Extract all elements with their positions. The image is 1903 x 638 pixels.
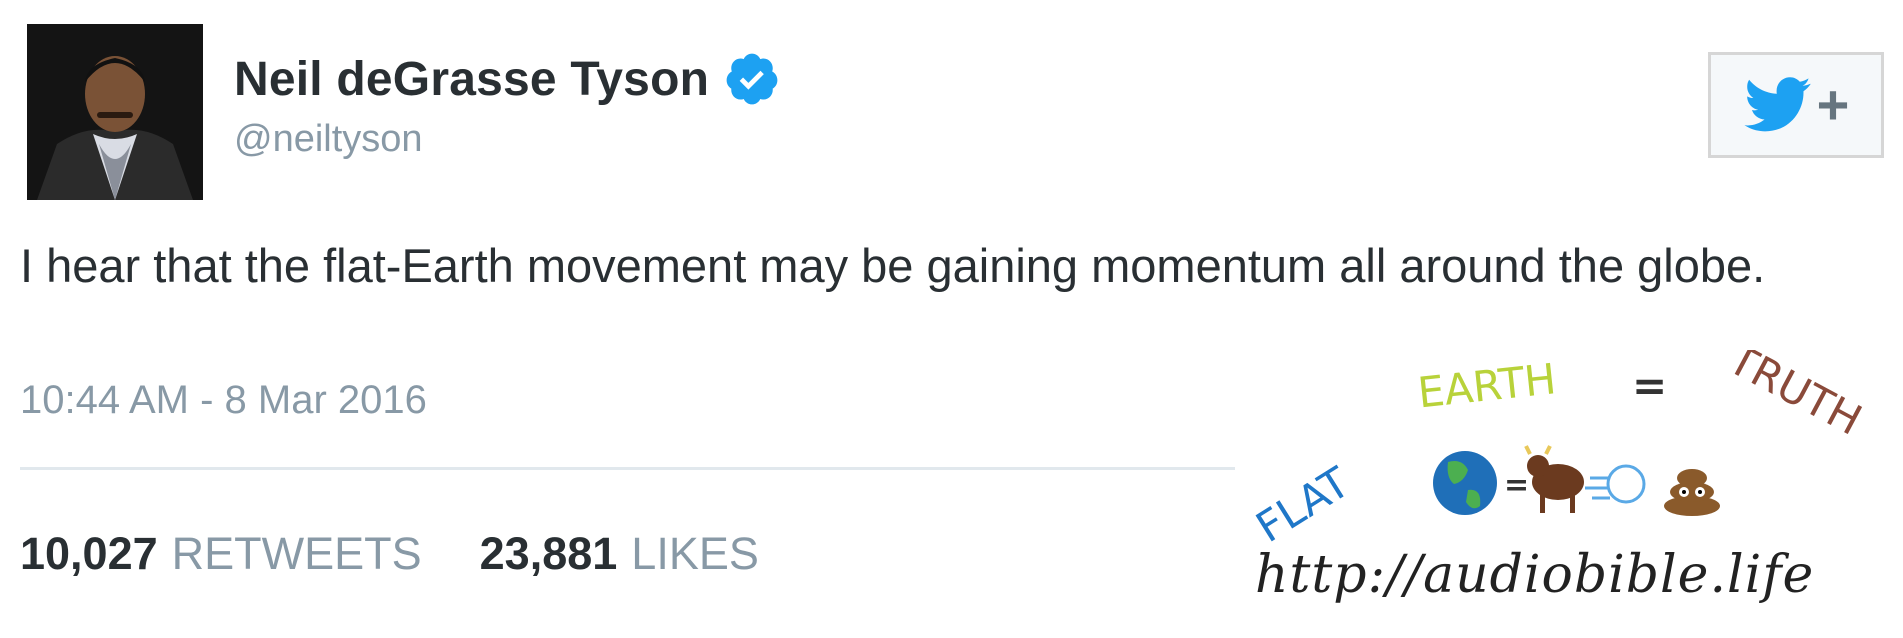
watermark-earth: EARTH xyxy=(1415,354,1558,417)
tweet-timestamp[interactable]: 10:44 AM - 8 Mar 2016 xyxy=(20,378,427,423)
watermark-url: http://audiobible.life xyxy=(1255,545,1815,605)
divider xyxy=(20,467,1235,470)
author-row: Neil deGrasse Tyson xyxy=(234,50,781,108)
poop-icon xyxy=(1664,469,1720,516)
globe-icon xyxy=(1433,451,1497,515)
likes-stat[interactable]: 23,881 LIKES xyxy=(480,528,759,580)
watermark-equals: = xyxy=(1632,361,1667,410)
twitter-bird-icon xyxy=(1744,77,1811,132)
avatar[interactable] xyxy=(27,24,203,200)
watermark-flat: FLAT xyxy=(1248,457,1359,552)
retweets-stat[interactable]: 10,027 RETWEETS xyxy=(20,528,422,580)
follow-plus-icon: + xyxy=(1816,73,1850,136)
dash-wind-icon xyxy=(1585,464,1646,504)
tweet-stats: 10,027 RETWEETS 23,881 LIKES xyxy=(20,528,817,580)
follow-button[interactable]: + xyxy=(1708,52,1884,158)
author-name[interactable]: Neil deGrasse Tyson xyxy=(234,52,709,107)
profile-photo xyxy=(27,24,203,200)
likes-label: LIKES xyxy=(631,528,759,579)
watermark-truth: TRUTH xyxy=(1720,350,1870,445)
retweets-label: RETWEETS xyxy=(171,528,422,579)
bull-icon xyxy=(1524,445,1584,513)
verified-badge-icon xyxy=(726,53,778,105)
emoji-equals: = xyxy=(1504,468,1529,503)
likes-count: 23,881 xyxy=(479,528,618,579)
tweet-text: I hear that the flat-Earth movement may … xyxy=(20,239,1766,292)
retweets-count: 10,027 xyxy=(20,528,158,579)
author-handle[interactable]: @neiltyson xyxy=(234,118,423,161)
